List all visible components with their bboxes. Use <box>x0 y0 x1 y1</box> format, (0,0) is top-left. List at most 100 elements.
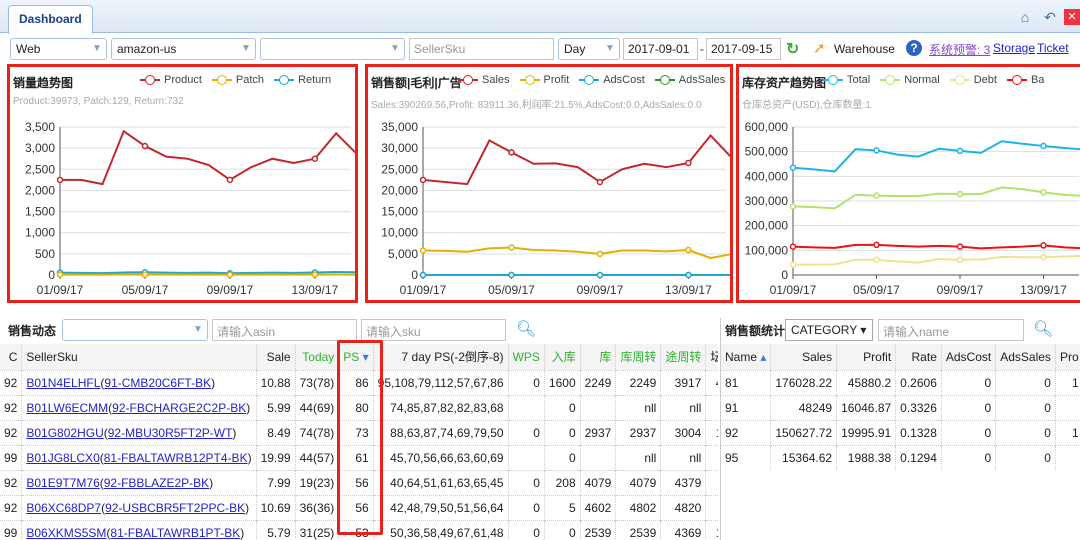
column-header[interactable]: 7 day PS(-2倒序-8) <box>373 344 509 370</box>
system-alert-link[interactable]: 系统预警: 3 <box>929 41 990 58</box>
data-point[interactable] <box>956 256 964 263</box>
asin-link[interactable]: B01LW6ECMM <box>26 401 108 415</box>
sku-link[interactable]: 81-FBALTAWRB12PT4-BK <box>104 451 248 465</box>
data-point[interactable] <box>141 142 149 150</box>
legend-total[interactable]: Total <box>823 74 870 86</box>
legend-adscost[interactable]: AdsCost <box>579 74 645 86</box>
data-point[interactable] <box>873 256 880 263</box>
legend-debt[interactable]: Debt <box>949 74 997 86</box>
search-icon[interactable]: 🔍︎ <box>1033 319 1053 339</box>
period-select[interactable]: Day ▼ <box>558 38 620 60</box>
help-icon[interactable]: ? <box>906 40 922 56</box>
sku-link[interactable]: 81-FBALTAWRB1PT-BK <box>110 526 240 540</box>
data-point[interactable] <box>226 176 234 184</box>
data-point[interactable] <box>596 250 604 258</box>
data-point[interactable] <box>56 176 64 184</box>
column-header[interactable]: AdsSales <box>995 344 1056 370</box>
table-row[interactable]: 81 176028.22 45880.2 0.2606 0 0 1 <box>721 369 1080 395</box>
sku-link[interactable]: 92-FBCHARGE2C2P-BK <box>112 401 246 415</box>
data-point[interactable] <box>789 261 797 268</box>
legend-adssales[interactable]: AdsSales <box>654 74 725 86</box>
legend-patch[interactable]: Patch <box>211 74 264 86</box>
column-header[interactable]: Profit <box>836 344 897 370</box>
data-point[interactable] <box>1040 253 1047 261</box>
sku-link[interactable]: 92-MBU30R5FT2P-WT <box>108 426 233 440</box>
column-header[interactable]: Today <box>295 344 340 370</box>
table-row[interactable]: 92 B01G802HGU(92-MBU30R5FT2P-WT) 8.49 74(78… <box>0 419 718 445</box>
asin-link[interactable]: B01E9T7M76 <box>26 476 99 490</box>
data-point[interactable] <box>1040 242 1047 249</box>
close-icon[interactable]: ✕ <box>1064 9 1080 25</box>
search-icon[interactable]: 🔍︎ <box>516 319 536 339</box>
sku-input[interactable]: 请输入sku <box>361 319 506 341</box>
sku-link[interactable]: 91-CMB20C6FT-BK <box>104 376 211 390</box>
data-point[interactable] <box>419 247 427 254</box>
data-point[interactable] <box>226 271 234 279</box>
table-row[interactable]: 99 B06XKMS5SM(81-FBALTAWRB1PT-BK) 5.79 31(2… <box>0 519 718 540</box>
warehouse-link[interactable]: Warehouse <box>834 42 895 56</box>
legend-sales[interactable]: Sales <box>458 74 510 86</box>
storage-link[interactable]: Storage <box>993 41 1035 55</box>
table-row[interactable]: 91 48249 16046.87 0.3326 0 0 <box>721 394 1080 420</box>
column-header[interactable]: AdsCost <box>941 344 997 370</box>
data-point[interactable] <box>956 243 964 250</box>
data-point[interactable] <box>685 159 692 167</box>
home-icon[interactable]: ⌂ <box>1017 9 1033 25</box>
sales-filter-select[interactable]: ▼ <box>62 319 208 341</box>
asin-input[interactable]: 请输入asin <box>212 319 357 341</box>
asin-link[interactable]: B01N4ELHFL <box>26 376 100 390</box>
tab-dashboard[interactable]: Dashboard <box>8 5 93 34</box>
column-header[interactable]: Rate <box>895 344 942 370</box>
table-row[interactable]: 99 B01JG8LCX0(81-FBALTAWRB12PT4-BK) 19.99 4… <box>0 444 718 470</box>
data-point[interactable] <box>1040 189 1047 196</box>
refresh-icon[interactable]: ↻ <box>786 39 799 59</box>
data-point[interactable] <box>956 190 964 198</box>
column-header[interactable]: Name ▴ <box>721 344 772 370</box>
data-point[interactable] <box>956 147 964 155</box>
table-row[interactable]: 92 B01N4ELHFL(91-CMB20C6FT-BK) 10.88 73(78)… <box>0 369 718 395</box>
table-row[interactable]: 92 B01LW6ECMM(92-FBCHARGE2C2P-BK) 5.99 44(6… <box>0 394 718 420</box>
category-select[interactable]: CATEGORY ▾ <box>785 319 873 341</box>
data-point[interactable] <box>873 241 880 249</box>
column-header[interactable]: 入库 <box>544 344 581 370</box>
data-point[interactable] <box>685 271 692 279</box>
table-row[interactable]: 92 150627.72 19995.91 0.1328 0 0 1 <box>721 419 1080 445</box>
data-point[interactable] <box>311 155 319 162</box>
data-point[interactable] <box>596 178 604 186</box>
data-point[interactable] <box>789 164 797 171</box>
column-header[interactable]: SellerSku <box>21 344 257 370</box>
table-row[interactable]: 95 15364.62 1988.38 0.1294 0 0 <box>721 444 1080 470</box>
asin-link[interactable]: B01G802HGU <box>26 426 103 440</box>
column-header[interactable]: 库 <box>580 344 617 370</box>
data-point[interactable] <box>873 147 880 154</box>
column-header[interactable]: Pro <box>1055 344 1080 370</box>
column-header[interactable]: WPS <box>508 344 545 370</box>
sku-link[interactable]: 92-USBCBR5FT2PPC-BK <box>105 501 245 515</box>
column-header[interactable]: 途周转 <box>660 344 707 370</box>
data-point[interactable] <box>508 149 515 156</box>
column-header[interactable]: Sale <box>256 344 296 370</box>
data-point[interactable] <box>789 203 797 210</box>
asin-link[interactable]: B06XKMS5SM <box>26 526 106 540</box>
data-point[interactable] <box>311 271 319 278</box>
data-point[interactable] <box>419 271 427 279</box>
column-header[interactable]: 库周转 <box>615 344 662 370</box>
date-from-input[interactable]: 2017-09-01 <box>623 38 698 60</box>
data-point[interactable] <box>685 246 692 254</box>
legend-profit[interactable]: Profit <box>519 74 569 86</box>
data-point[interactable] <box>596 271 604 279</box>
data-point[interactable] <box>789 243 797 250</box>
data-point[interactable] <box>873 192 880 199</box>
asin-link[interactable]: B01JG8LCX0 <box>26 451 99 465</box>
filter-select[interactable]: ▼ <box>260 38 405 60</box>
data-point[interactable] <box>1040 142 1047 150</box>
back-icon[interactable]: ↶ <box>1042 9 1058 25</box>
column-header[interactable]: C <box>0 344 23 370</box>
name-input[interactable]: 请输入name <box>878 319 1024 341</box>
column-header[interactable]: PS ▾ <box>338 344 374 370</box>
ticket-link[interactable]: Ticket <box>1037 41 1069 55</box>
data-point[interactable] <box>508 244 515 251</box>
column-header[interactable]: 坛 <box>705 344 718 370</box>
data-point[interactable] <box>141 271 149 278</box>
column-header[interactable]: Sales <box>770 344 838 370</box>
